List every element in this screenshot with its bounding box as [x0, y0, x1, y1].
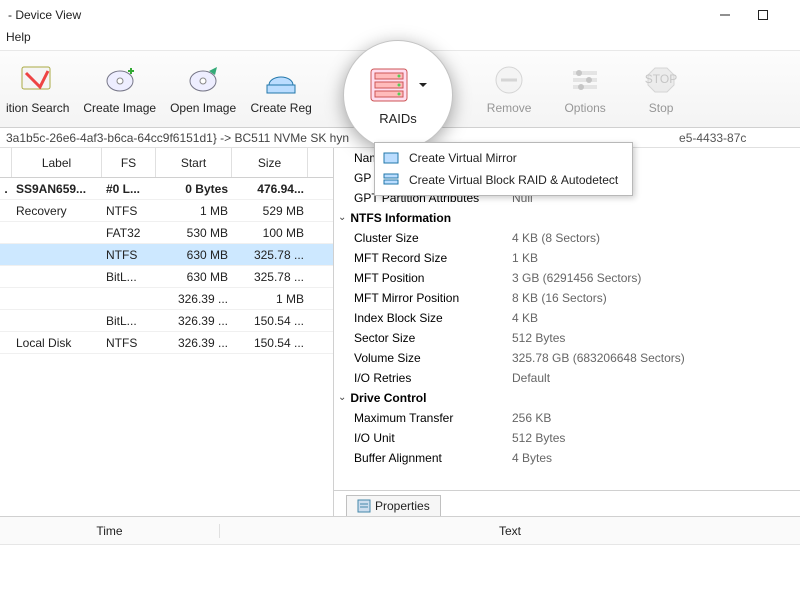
table-row[interactable]: RecoveryNTFS1 MB529 MB — [0, 200, 333, 222]
raids-dropdown: Create Virtual Mirror Create Virtual Blo… — [374, 142, 633, 196]
property-row: Maximum Transfer256 KB — [334, 408, 800, 428]
table-row[interactable]: FAT32530 MB100 MB — [0, 222, 333, 244]
toolbar-label: ition Search — [6, 101, 69, 115]
col-text[interactable]: Text — [220, 524, 800, 538]
toolbar-label: Create Image — [83, 101, 156, 115]
create-image-button[interactable]: Create Image — [83, 63, 156, 115]
toolbar-label: Open Image — [170, 101, 236, 115]
table-row[interactable]: .SS9AN659...#0 L...0 Bytes476.94... — [0, 178, 333, 200]
svg-text:STOP: STOP — [645, 72, 677, 86]
toolbar-label: Options — [564, 101, 605, 115]
table-row[interactable]: NTFS630 MB325.78 ... — [0, 244, 333, 266]
close-button[interactable] — [782, 1, 792, 29]
options-icon — [567, 63, 603, 97]
log-panel: Time Text — [0, 516, 800, 585]
col-time[interactable]: Time — [0, 524, 220, 538]
property-row: Sector Size512 Bytes — [334, 328, 800, 348]
property-row: MFT Mirror Position8 KB (16 Sectors) — [334, 288, 800, 308]
disk-open-icon — [185, 63, 221, 97]
properties-tab[interactable]: Properties — [346, 495, 441, 516]
minimize-button[interactable] — [706, 1, 744, 29]
table-row[interactable]: BitL...326.39 ...150.54 ... — [0, 310, 333, 332]
toolbar-label: Stop — [649, 101, 674, 115]
open-image-button[interactable]: Open Image — [170, 63, 236, 115]
raids-icon — [367, 65, 411, 105]
table-row[interactable]: Local DiskNTFS326.39 ...150.54 ... — [0, 332, 333, 354]
property-row: Cluster Size4 KB (8 Sectors) — [334, 228, 800, 248]
property-row: Index Block Size4 KB — [334, 308, 800, 328]
col-fs[interactable]: FS — [102, 148, 156, 177]
property-row: Buffer Alignment4 Bytes — [334, 448, 800, 468]
property-group-header[interactable]: Drive Control — [334, 388, 800, 408]
property-group-header[interactable]: NTFS Information — [334, 208, 800, 228]
chevron-down-icon[interactable] — [417, 79, 429, 91]
create-virtual-mirror-item[interactable]: Create Virtual Mirror — [375, 147, 632, 169]
property-row: Volume Size325.78 GB (683206648 Sectors) — [334, 348, 800, 368]
property-row: I/O Unit512 Bytes — [334, 428, 800, 448]
create-virtual-block-raid-item[interactable]: Create Virtual Block RAID & Autodetect — [375, 169, 632, 191]
stop-button[interactable]: STOP Stop — [630, 63, 692, 115]
col-size[interactable]: Size — [232, 148, 308, 177]
mirror-icon — [383, 150, 399, 166]
properties-icon — [357, 499, 371, 513]
stop-icon: STOP — [643, 63, 679, 97]
region-icon — [263, 63, 299, 97]
raids-button-magnified[interactable]: RAIDs — [343, 40, 453, 150]
partition-table: Label FS Start Size .SS9AN659...#0 L...0… — [0, 148, 334, 516]
remove-button[interactable]: Remove — [478, 63, 540, 115]
maximize-button[interactable] — [744, 1, 782, 29]
table-row[interactable]: BitL...630 MB325.78 ... — [0, 266, 333, 288]
remove-icon — [491, 63, 527, 97]
disk-plus-icon — [102, 63, 138, 97]
toolbar-label: Remove — [487, 101, 532, 115]
property-row: MFT Position3 GB (6291456 Sectors) — [334, 268, 800, 288]
options-button[interactable]: Options — [554, 63, 616, 115]
create-region-button[interactable]: Create Reg — [250, 63, 312, 115]
raids-label: RAIDs — [379, 111, 417, 126]
window-title: - Device View — [8, 8, 81, 22]
col-label[interactable]: Label — [12, 148, 102, 177]
block-raid-icon — [383, 172, 399, 188]
property-row: I/O RetriesDefault — [334, 368, 800, 388]
col-start[interactable]: Start — [156, 148, 232, 177]
property-row: MFT Record Size1 KB — [334, 248, 800, 268]
table-header: Label FS Start Size — [0, 148, 333, 178]
properties-panel: NameGPGPT Partition AttributesNullNTFS I… — [334, 148, 800, 516]
partition-search-button[interactable]: ition Search — [6, 63, 69, 115]
search-icon — [20, 63, 56, 97]
toolbar-label: Create Reg — [250, 101, 311, 115]
table-row[interactable]: 326.39 ...1 MB — [0, 288, 333, 310]
help-menu[interactable]: Help — [6, 30, 31, 44]
titlebar: - Device View — [0, 0, 800, 30]
